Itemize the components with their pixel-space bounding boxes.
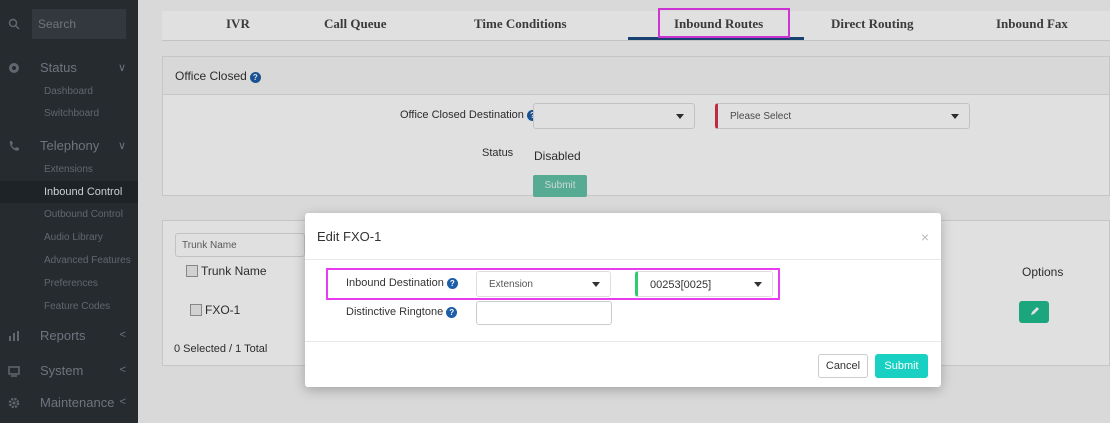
divider (305, 259, 941, 260)
caret-down-icon (592, 282, 600, 287)
close-icon[interactable]: × (921, 229, 929, 245)
submit-button[interactable]: Submit (875, 354, 928, 378)
inbound-destination-type-select[interactable]: Extension (476, 271, 611, 297)
edit-trunk-dialog: Edit FXO-1 × Inbound Destination? Extens… (305, 213, 941, 387)
distinctive-ringtone-input[interactable] (476, 301, 612, 325)
dialog-title: Edit FXO-1 (317, 229, 382, 244)
help-icon[interactable]: ? (446, 278, 458, 289)
inbound-destination-label: Inbound Destination? (346, 277, 458, 289)
inbound-destination-value-select[interactable]: 00253[0025] (635, 271, 773, 297)
help-icon[interactable]: ? (446, 307, 458, 318)
distinctive-ringtone-label: Distinctive Ringtone? (346, 306, 458, 318)
cancel-button[interactable]: Cancel (818, 354, 868, 378)
caret-down-icon (754, 282, 762, 287)
divider (305, 341, 941, 342)
